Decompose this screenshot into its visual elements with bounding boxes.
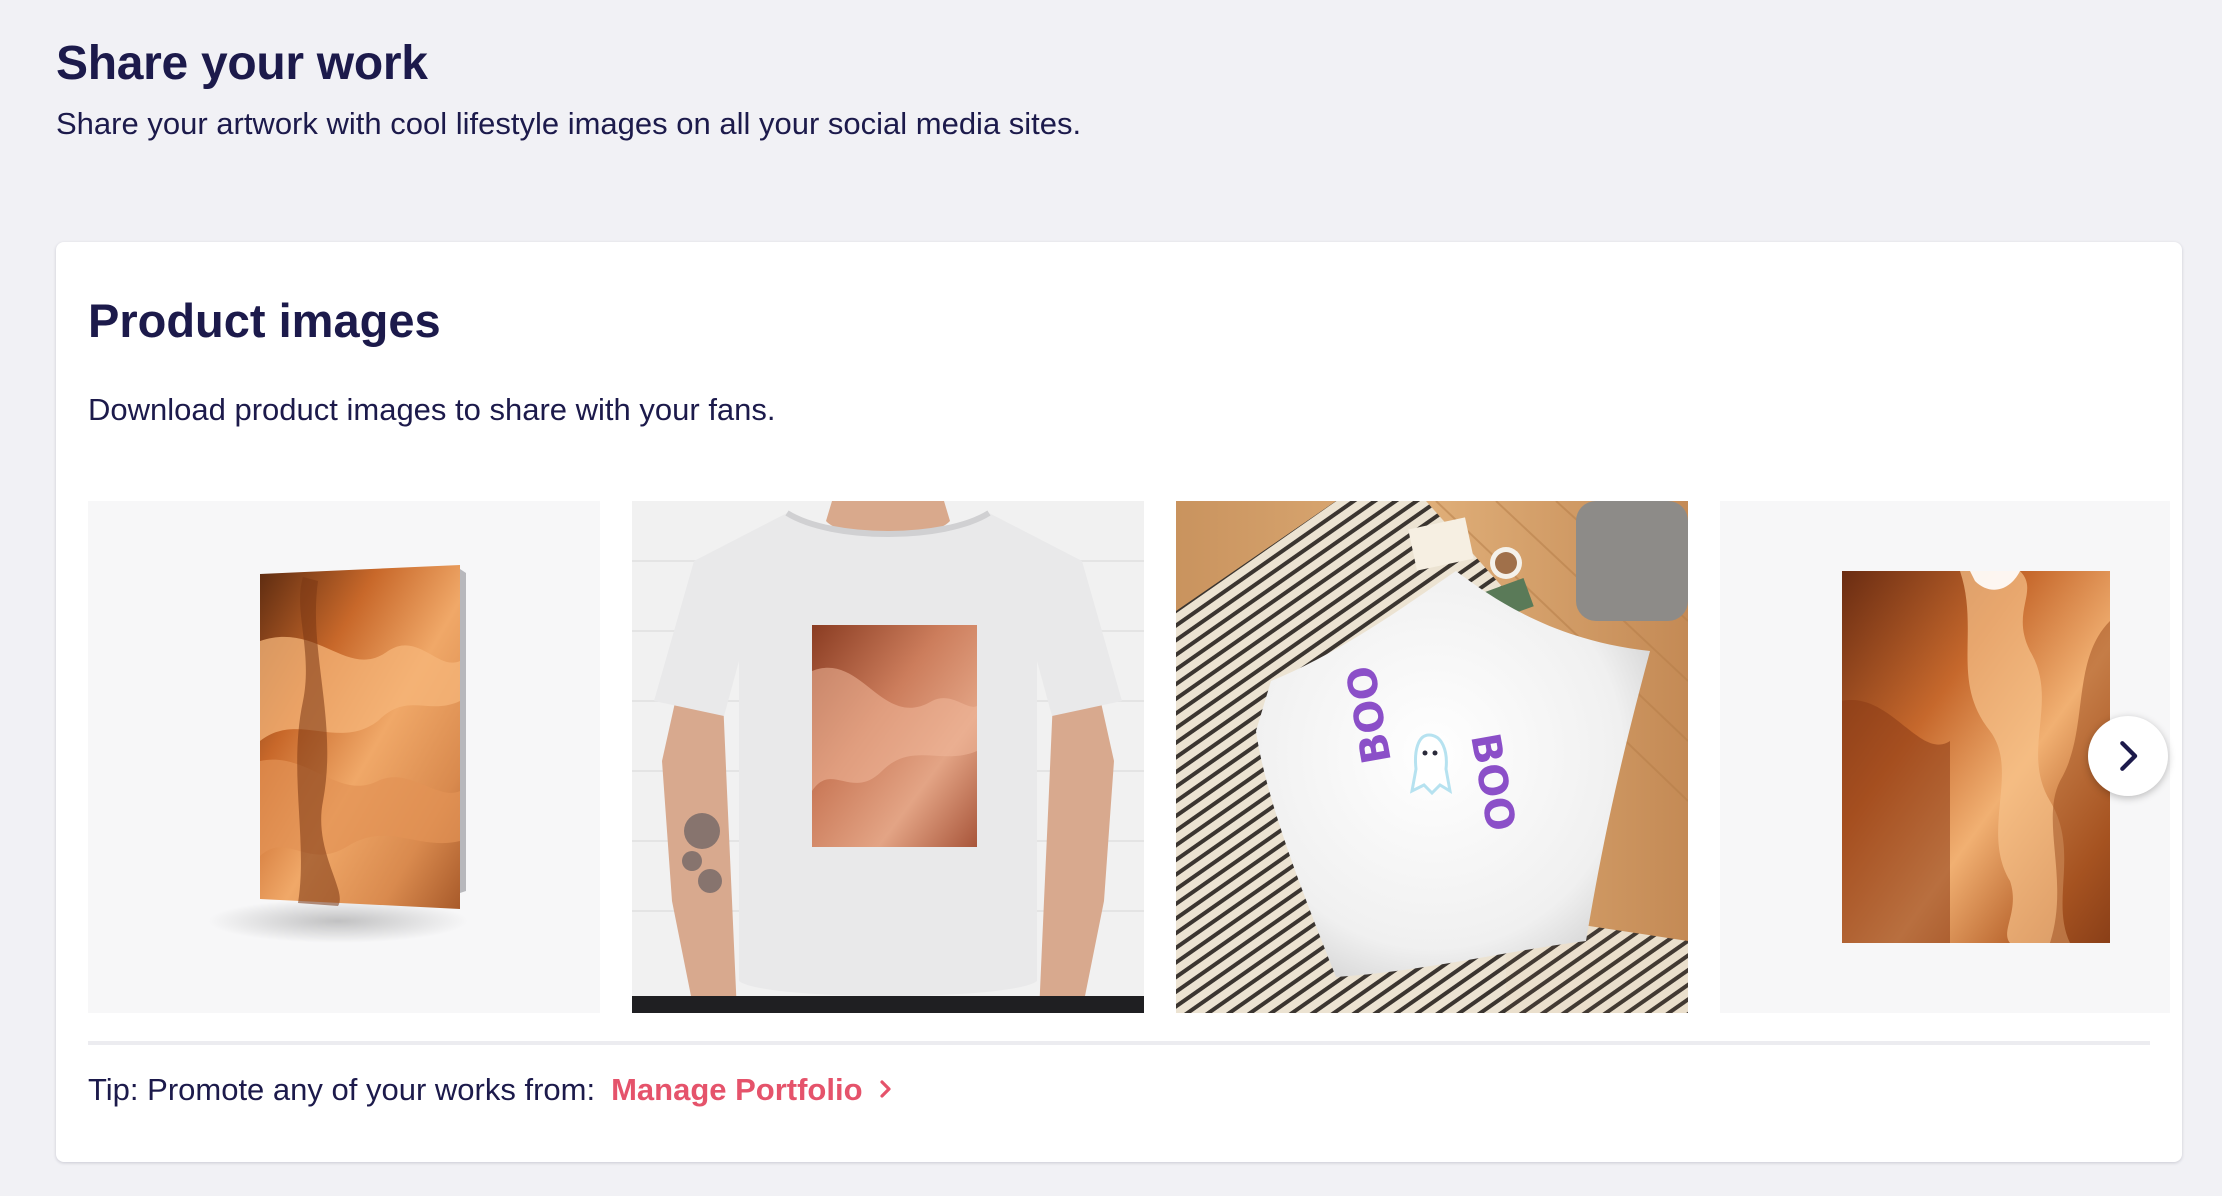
product-image-carousel: BOO BOO <box>88 501 2170 1013</box>
tip-text: Tip: Promote any of your works from: <box>88 1072 596 1107</box>
page-subtitle: Share your artwork with cool lifestyle i… <box>56 106 1082 141</box>
manage-portfolio-link[interactable]: Manage Portfolio <box>611 1072 894 1108</box>
carousel-next-button[interactable] <box>2088 716 2168 796</box>
chevron-right-icon <box>2120 741 2138 771</box>
manage-portfolio-label: Manage Portfolio <box>611 1072 863 1107</box>
product-images-card: Product images Download product images t… <box>56 242 2182 1162</box>
tip-row: Tip: Promote any of your works from: Man… <box>88 1068 895 1112</box>
product-image-floor-pillow[interactable]: BOO BOO <box>1176 501 1688 1013</box>
product-image-classic-t-shirt[interactable] <box>632 501 1144 1013</box>
card-title: Product images <box>88 294 441 347</box>
chevron-right-icon <box>877 1072 895 1108</box>
divider <box>88 1041 2150 1045</box>
t-shirt-image <box>632 501 1144 1013</box>
product-image-greeting-card[interactable] <box>88 501 600 1013</box>
page-header: Share your work Share your artwork with … <box>56 34 2166 144</box>
greeting-card-image <box>88 501 600 1013</box>
card-description: Download product images to share with yo… <box>88 392 776 427</box>
floor-pillow-image: BOO BOO <box>1176 501 1688 1013</box>
page-title: Share your work <box>56 37 428 90</box>
